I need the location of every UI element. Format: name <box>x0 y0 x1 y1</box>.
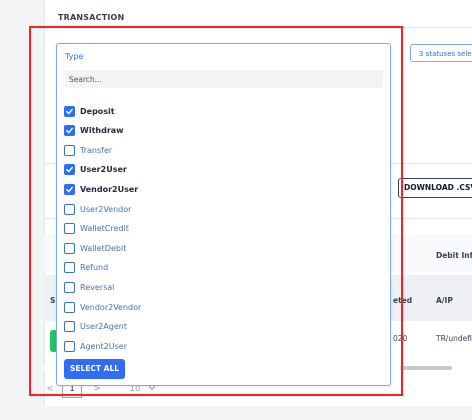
checkbox-label: Deposit <box>80 106 115 116</box>
checkbox-unchecked-icon[interactable] <box>64 144 75 156</box>
section-divider <box>44 27 472 28</box>
checkbox-unchecked-icon[interactable] <box>64 301 75 313</box>
column-header-partial: S <box>50 296 56 305</box>
checkbox-label: User2User <box>80 165 127 175</box>
checkbox-label: WalletCredit <box>80 224 129 234</box>
checkbox-label: Vendor2User <box>80 184 139 194</box>
checkbox-label: Reversal <box>80 282 115 292</box>
checkbox-checked-icon[interactable] <box>64 183 75 195</box>
column-header-aip: A/IP <box>436 296 453 305</box>
section-title: TRANSACTION <box>58 13 125 22</box>
checkbox-option[interactable]: Vendor2User <box>64 182 138 196</box>
checkbox-option[interactable]: Deposit <box>64 104 115 118</box>
dropdown-title: Type <box>65 52 84 61</box>
search-input[interactable] <box>65 70 383 88</box>
checkbox-checked-icon[interactable] <box>64 125 75 137</box>
checkbox-label: WalletDebit <box>80 243 127 253</box>
column-header-debit-info: Debit Info <box>436 251 472 260</box>
checkbox-option[interactable]: User2Agent <box>64 320 127 334</box>
download-csv-button[interactable]: DOWNLOAD .CSV <box>398 178 472 198</box>
checkbox-option[interactable]: Refund <box>64 261 108 275</box>
checkbox-label: Agent2User <box>80 341 128 351</box>
checkbox-label: Withdraw <box>80 126 124 136</box>
checkbox-label: Transfer <box>80 145 113 155</box>
table-cell-aip: TR/undefined <box>436 334 472 343</box>
status-filter-button[interactable]: 3 statuses selected <box>410 44 472 62</box>
checkbox-label: Refund <box>80 263 109 273</box>
checkbox-option[interactable]: WalletCredit <box>64 222 129 236</box>
checkbox-label: Vendor2Vendor <box>80 302 142 312</box>
checkbox-unchecked-icon[interactable] <box>64 223 75 235</box>
checkbox-unchecked-icon[interactable] <box>64 321 75 333</box>
checkbox-unchecked-icon[interactable] <box>64 262 75 274</box>
checkbox-option[interactable]: Transfer <box>64 143 112 157</box>
type-filter-dropdown: Type Deposit Withdraw Transfer User2User Ven… <box>56 43 391 386</box>
checkbox-option[interactable]: Reversal <box>64 280 114 294</box>
checkbox-unchecked-icon[interactable] <box>64 242 75 254</box>
checkbox-option[interactable]: Withdraw <box>64 124 124 138</box>
checkbox-checked-icon[interactable] <box>64 164 75 176</box>
checkbox-option[interactable]: Vendor2Vendor <box>64 300 141 314</box>
checkbox-option[interactable]: User2User <box>64 163 127 177</box>
checkbox-checked-icon[interactable] <box>64 105 75 117</box>
scrollbar-thumb[interactable] <box>400 366 452 370</box>
table-cell-date: 020 <box>393 334 408 343</box>
checkbox-label: User2Agent <box>80 322 128 332</box>
column-header-completed: eted <box>393 296 413 305</box>
checkbox-label: User2Vendor <box>80 204 132 214</box>
checkbox-unchecked-icon[interactable] <box>64 281 75 293</box>
checkbox-option[interactable]: WalletDebit <box>64 241 126 255</box>
checkbox-unchecked-icon[interactable] <box>64 203 75 215</box>
checkbox-option[interactable]: Agent2User <box>64 339 127 353</box>
checkbox-unchecked-icon[interactable] <box>64 340 75 352</box>
checkbox-option[interactable]: User2Vendor <box>64 202 131 216</box>
select-all-button[interactable]: SELECT ALL <box>64 359 125 379</box>
